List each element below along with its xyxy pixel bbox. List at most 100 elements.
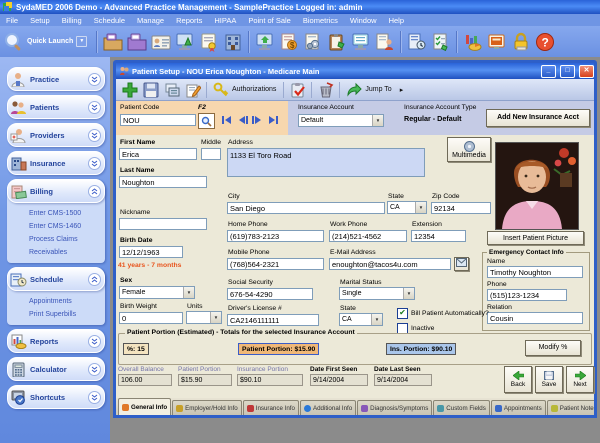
chevron-down-icon[interactable] (88, 101, 101, 114)
dropdown-arrow-icon[interactable]: ▼ (183, 287, 194, 298)
last-name-input[interactable] (119, 176, 207, 188)
dropdown-arrow-icon[interactable]: ▼ (415, 202, 426, 213)
menu-hipaa[interactable]: HIPAA (208, 15, 242, 26)
help-icon[interactable]: ? (534, 31, 556, 53)
bill-auto-checkbox[interactable]: ✔ (397, 308, 408, 319)
tab-additional-info[interactable]: Additional Info (300, 400, 356, 415)
previous-record-icon[interactable] (236, 115, 248, 125)
next-record-icon[interactable] (252, 115, 264, 125)
clipboard-tasks-icon[interactable] (326, 31, 348, 53)
mobile-phone-input[interactable] (227, 258, 324, 270)
marital-status-select[interactable]: Single▼ (339, 287, 415, 300)
units-select[interactable]: ▼ (186, 311, 222, 324)
extension-input[interactable] (411, 230, 466, 242)
menu-billing[interactable]: Billing (56, 15, 88, 26)
zip-input[interactable] (431, 202, 491, 214)
sidebar-item-insurance[interactable]: Insurance (7, 151, 105, 175)
jump-to-expand-arrow[interactable]: ▸ (400, 86, 404, 94)
patient-search-button[interactable] (198, 113, 215, 129)
first-name-input[interactable] (119, 148, 197, 160)
chevron-up-icon[interactable] (88, 185, 101, 198)
address-input[interactable]: 1133 El Toro Road (227, 148, 425, 177)
save-button[interactable] (141, 81, 160, 99)
sidebar-item-reports[interactable]: Reports (7, 329, 105, 353)
insurance-account-select[interactable]: Default ▼ (298, 114, 384, 127)
middle-input[interactable] (201, 148, 221, 160)
email-send-button[interactable] (454, 257, 469, 271)
email-input[interactable] (329, 258, 451, 270)
dropdown-arrow-icon[interactable]: ▼ (210, 312, 221, 323)
add-patient-button[interactable] (120, 81, 139, 99)
chevron-down-icon[interactable] (88, 157, 101, 170)
multimedia-button[interactable]: Multimedia (447, 137, 491, 162)
tab-patient-notes[interactable]: Patient Notes (547, 400, 594, 415)
chevron-down-icon[interactable] (88, 391, 101, 404)
menu-setup[interactable]: Setup (24, 15, 56, 26)
minimize-button[interactable]: _ (541, 65, 556, 78)
birth-date-input[interactable] (119, 246, 183, 258)
dropdown-arrow-icon[interactable]: ▼ (403, 288, 414, 299)
close-button[interactable]: ✕ (579, 65, 594, 78)
emergency-name-input[interactable] (487, 266, 583, 278)
fee-schedule-icon[interactable] (302, 31, 324, 53)
menu-point-of-sale[interactable]: Point of Sale (242, 15, 297, 26)
chevron-down-icon[interactable] (88, 335, 101, 348)
tab-diagnosis-symptoms[interactable]: Diagnosis/Symptoms (357, 400, 432, 415)
state-select[interactable]: CA▼ (387, 201, 427, 214)
dropdown-arrow-icon[interactable]: ▼ (371, 314, 382, 325)
maximize-button[interactable]: □ (560, 65, 575, 78)
chevron-down-icon[interactable] (88, 73, 101, 86)
dropdown-arrow-icon[interactable]: ▼ (372, 115, 383, 126)
copy-patient-button[interactable] (162, 81, 181, 99)
birth-weight-input[interactable] (119, 312, 183, 324)
sidebar-item-receivables[interactable]: Receivables (29, 246, 105, 259)
charts-icon[interactable] (462, 31, 484, 53)
verify-clipboard-button[interactable] (288, 81, 307, 99)
back-button[interactable]: Back (504, 366, 532, 393)
first-record-icon[interactable] (220, 115, 232, 125)
authorizations-button[interactable]: Authorizations (232, 86, 276, 93)
tab-insurance-info[interactable]: Insurance Info (243, 400, 299, 415)
chevron-down-icon[interactable] (88, 129, 101, 142)
modify-percent-button[interactable]: Modify % (525, 340, 581, 356)
sidebar-item-calculator[interactable]: Calculator (7, 357, 105, 381)
edit-button[interactable] (183, 81, 202, 99)
emergency-phone-input[interactable] (487, 289, 567, 301)
menu-help[interactable]: Help (383, 15, 410, 26)
facility-icon[interactable] (222, 31, 244, 53)
sidebar-item-shortcuts[interactable]: Shortcuts (7, 385, 105, 409)
sex-select[interactable]: Female▼ (119, 286, 195, 299)
drivers-license-input[interactable] (227, 314, 319, 326)
menu-window[interactable]: Window (344, 15, 383, 26)
certificate-icon[interactable] (198, 31, 220, 53)
emergency-relation-input[interactable] (487, 312, 583, 324)
jump-to-button[interactable]: Jump To (365, 86, 391, 93)
sidebar-item-print-superbills[interactable]: Print Superbills (29, 308, 105, 321)
chevron-down-icon[interactable] (88, 363, 101, 376)
statements-monitor-icon[interactable] (350, 31, 372, 53)
quick-launch-dropdown-arrow[interactable]: ▼ (76, 36, 87, 47)
menu-file[interactable]: File (0, 15, 24, 26)
referring-provider-icon[interactable] (374, 31, 396, 53)
city-input[interactable] (227, 202, 385, 214)
patient-code-input[interactable] (120, 114, 196, 126)
add-new-insurance-button[interactable]: Add New Insurance Acct (486, 109, 590, 127)
report-scheduler-icon[interactable] (406, 31, 428, 53)
practice-setup-icon[interactable] (174, 31, 196, 53)
patient-card-icon[interactable] (150, 31, 172, 53)
save-record-button[interactable]: Save (535, 366, 563, 393)
sidebar-item-practice[interactable]: Practice (7, 67, 105, 91)
work-phone-input[interactable] (329, 230, 407, 242)
chevron-up-icon[interactable] (88, 273, 101, 286)
jump-to-icon[interactable] (344, 81, 363, 99)
sidebar-item-schedule[interactable]: Schedule (7, 267, 105, 291)
quick-launch[interactable]: Quick Launch ▼ (4, 32, 87, 52)
sidebar-item-process-claims[interactable]: Process Claims (29, 233, 105, 246)
charges-icon[interactable]: $ (278, 31, 300, 53)
sidebar-item-patients[interactable]: Patients (7, 95, 105, 119)
home-phone-input[interactable] (227, 230, 324, 242)
tab-appointments[interactable]: Appointments (491, 400, 546, 415)
menu-manage[interactable]: Manage (131, 15, 170, 26)
sidebar-item-enter-cms-1460[interactable]: Enter CMS-1460 (29, 220, 105, 233)
menu-reports[interactable]: Reports (170, 15, 208, 26)
